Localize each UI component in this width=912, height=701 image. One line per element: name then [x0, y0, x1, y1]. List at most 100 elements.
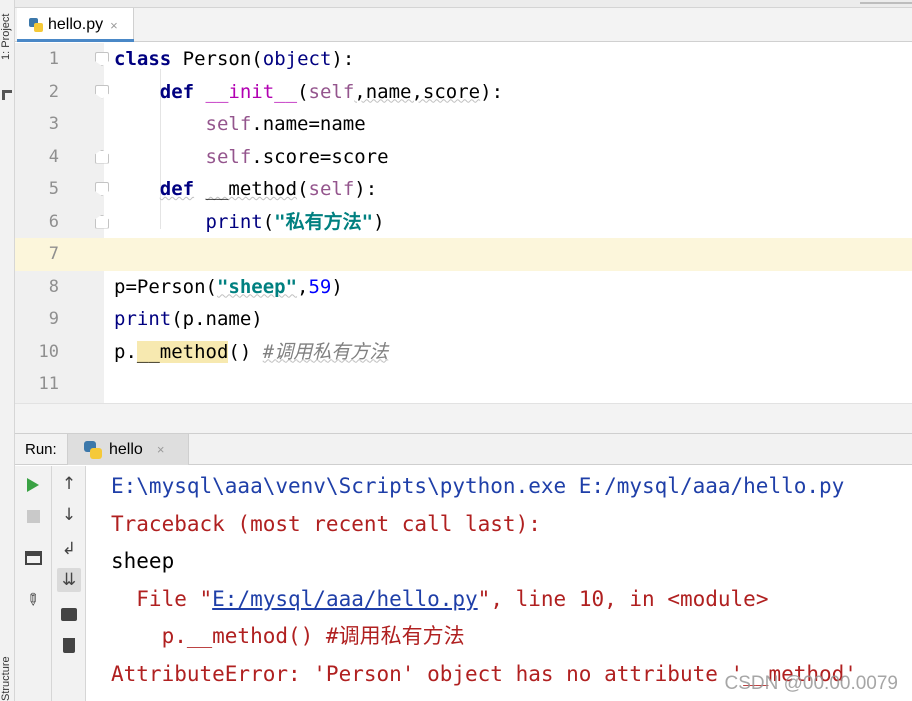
paren: ( [251, 48, 263, 70]
pin-icon[interactable]: ✎ [21, 587, 45, 611]
layout-icon[interactable] [21, 546, 45, 570]
code-line-5: def __method(self): [104, 173, 912, 206]
line-number: 9 [48, 309, 59, 329]
code-line-8: p=Person("sheep",59) [104, 271, 912, 304]
line-number: 2 [48, 81, 59, 102]
gutter-row: 11 [15, 368, 104, 401]
active-tab-indicator [17, 39, 134, 42]
editor-tab-hello-py[interactable]: hello.py × [17, 8, 134, 42]
run-toolbar-primary: ✎ [15, 466, 52, 701]
gutter-row: 3 [15, 108, 104, 141]
panel-splitter[interactable] [15, 403, 912, 434]
run-icon[interactable] [21, 473, 45, 497]
paren-colon: ): [354, 178, 378, 200]
line-number: 11 [38, 374, 59, 394]
gutter-row: 6 [15, 206, 109, 239]
run-tab-hello[interactable]: hello × [67, 434, 189, 465]
gutter-row: 10 [15, 336, 104, 369]
gutter-row: 7 [15, 238, 104, 271]
paren: ( [262, 210, 275, 233]
code-line-9: print(p.name) [104, 303, 912, 336]
paren: ) [373, 210, 385, 233]
run-tab-label: hello [109, 440, 143, 458]
stop-icon[interactable] [21, 504, 45, 528]
console-traceback-header: Traceback (most recent call last): [111, 511, 541, 536]
number-literal: 59 [308, 275, 332, 298]
top-band-handle [860, 2, 912, 4]
current-line-highlight [15, 238, 912, 271]
code-line-3: self.name=name [104, 108, 912, 141]
project-folder-icon[interactable] [2, 90, 12, 100]
gutter-row: 2 [15, 76, 109, 109]
run-label: Run: [25, 441, 57, 458]
paren: ) [331, 275, 343, 298]
close-tab-icon[interactable]: × [110, 18, 118, 33]
paren: ( [297, 178, 309, 200]
string-literal: "私有方法" [274, 210, 374, 233]
line-number: 10 [38, 341, 59, 362]
paren: ( [297, 80, 309, 103]
line-number: 4 [48, 146, 59, 167]
close-run-tab-icon[interactable]: × [157, 442, 165, 457]
watermark: CSDN @00.00.0079 [724, 673, 899, 694]
code-line-4: self.score=score [104, 141, 912, 174]
method-call-highlight: __method [136, 340, 229, 363]
structure-tool-tab[interactable]: Structure [0, 645, 15, 701]
left-tool-strip: 1: Project Structure [0, 0, 15, 701]
code-line-1: class Person(object): [104, 43, 912, 76]
editor-tab-label: hello.py [48, 16, 104, 33]
keyword-def: def [159, 80, 195, 103]
keyword-def: def [159, 178, 195, 200]
paren-colon: ): [480, 80, 504, 103]
self-param: self [308, 178, 355, 200]
python-icon [84, 440, 102, 459]
run-toolbar-secondary: ↑ ↓ ↲ ⇊ [52, 466, 86, 701]
call-parens: () [228, 340, 252, 363]
assignment: p=Person( [114, 275, 217, 298]
self-param: self [308, 80, 355, 103]
down-arrow-icon[interactable]: ↓ [57, 503, 81, 527]
call-args: (p.name) [171, 308, 263, 330]
console-stdout-line: sheep [111, 549, 175, 573]
run-console-output[interactable]: E:\mysql\aaa\venv\Scripts\python.exe E:/… [87, 466, 912, 701]
builtin-print: print [205, 210, 263, 233]
traceback-suffix: ", line 10, in <module> [477, 586, 769, 611]
gutter-row: 5 [15, 173, 109, 206]
assignment: .name=name [251, 113, 366, 135]
top-band [15, 0, 912, 8]
assignment: .score=score [251, 145, 389, 168]
keyword-class: class [114, 48, 172, 70]
method-name-init: __init__ [205, 80, 298, 103]
line-number: 7 [48, 244, 59, 264]
code-line-10: p.__method() #调用私有方法 [104, 336, 912, 369]
traceback-prefix: File " [111, 586, 213, 611]
run-tool-window-header: Run: hello × [15, 434, 912, 465]
traceback-file-link[interactable]: E:/mysql/aaa/hello.py [212, 587, 478, 611]
soft-wrap-icon[interactable]: ↲ [57, 537, 81, 561]
code-comment: #调用私有方法 [262, 340, 389, 363]
method-name: __method [205, 178, 298, 200]
console-command-line: E:\mysql\aaa\venv\Scripts\python.exe E:/… [111, 474, 845, 498]
line-number: 1 [48, 49, 59, 69]
scroll-to-end-icon[interactable]: ⇊ [57, 568, 81, 592]
up-arrow-icon[interactable]: ↑ [57, 472, 81, 496]
paren-colon: ): [331, 48, 355, 70]
python-file-icon [29, 18, 43, 32]
line-number: 5 [48, 179, 59, 199]
code-line-6: print("私有方法") [104, 206, 912, 239]
code-editor[interactable]: 1 2 3 4 5 6 7 8 9 10 11 class Person(obj… [15, 43, 912, 403]
console-traceback-file-line: File "E:/mysql/aaa/hello.py", line 10, i… [111, 581, 768, 619]
comma: , [297, 275, 309, 298]
class-name: Person [182, 48, 252, 70]
trash-icon[interactable] [57, 633, 81, 657]
project-tool-tab[interactable]: 1: Project [0, 14, 15, 84]
gutter-row: 9 [15, 303, 104, 336]
console-traceback-code-line: p.__method() #调用私有方法 [111, 624, 465, 648]
print-icon[interactable] [57, 602, 81, 626]
line-number: 6 [48, 211, 59, 232]
line-number: 3 [48, 114, 59, 134]
self-ref: self [205, 145, 252, 168]
string-literal: "sheep" [216, 275, 298, 298]
